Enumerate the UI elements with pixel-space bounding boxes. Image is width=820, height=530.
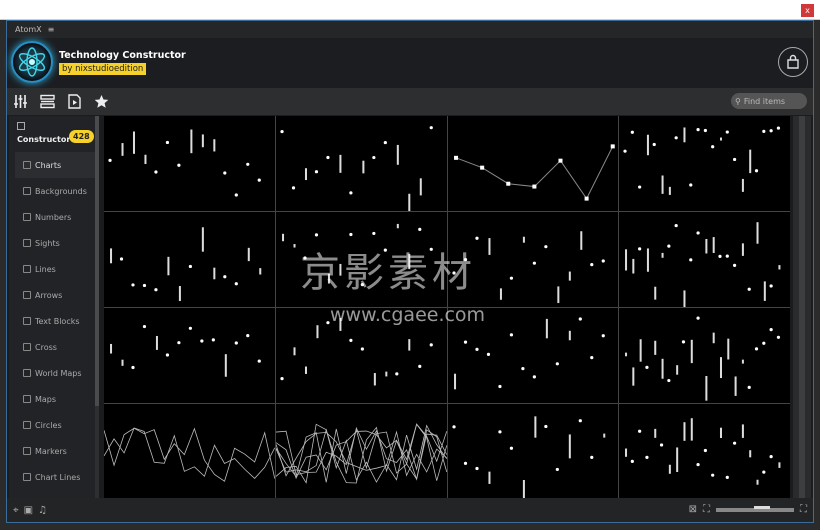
preset-thumbnail[interactable] xyxy=(619,116,790,211)
sidebar-item[interactable]: Arrows xyxy=(15,282,95,308)
target-icon[interactable]: ⌖ xyxy=(13,505,19,516)
sidebar-item-label: Text Blocks xyxy=(35,316,80,326)
sidebar-item-label: Lines xyxy=(35,264,56,274)
preset-thumbnail[interactable] xyxy=(104,116,275,211)
chart-icon xyxy=(23,187,31,195)
sidebar-item[interactable]: Text Blocks xyxy=(15,308,95,334)
fit-icon[interactable]: ⊠ xyxy=(689,504,697,515)
chart-icon xyxy=(23,395,31,403)
sidebar-item-label: Markers xyxy=(35,446,67,456)
sidebar-item[interactable]: World Maps xyxy=(15,360,95,386)
chart-icon xyxy=(23,317,31,325)
product-title: Technology Constructor xyxy=(59,50,186,61)
preset-thumbnail[interactable] xyxy=(447,308,619,403)
preset-thumbnail[interactable] xyxy=(275,404,447,499)
hamburger-icon[interactable]: ≡ xyxy=(48,25,55,34)
shopping-bag-icon[interactable] xyxy=(778,47,808,77)
app-name: AtomX xyxy=(15,25,42,34)
preset-grid xyxy=(104,116,790,499)
play-icon[interactable]: ▣ xyxy=(24,505,33,516)
search-icon: ⚲ xyxy=(735,96,741,106)
preset-thumbnail[interactable] xyxy=(619,404,790,499)
preset-thumbnail[interactable] xyxy=(447,212,619,307)
search-placeholder: Find items xyxy=(743,96,786,106)
sidebar-item-label: Circles xyxy=(35,420,62,430)
sidebar-item[interactable]: Circles xyxy=(15,412,95,438)
chart-icon xyxy=(23,421,31,429)
bottom-bar: ⌖ ▣ ♫ ⊠ ⛶ ⛶ xyxy=(7,498,813,522)
sidebar: Constructor 428 Charts Backgrounds Numbers… xyxy=(9,116,99,499)
constructor-section[interactable]: Constructor 428 xyxy=(9,116,99,152)
chart-icon xyxy=(23,473,31,481)
sidebar-item[interactable]: Maps xyxy=(15,386,95,412)
atomx-panel: AtomX ≡ Technology Constructor by nixstu… xyxy=(6,20,814,523)
grid-scrollbar[interactable] xyxy=(793,116,811,499)
chart-icon xyxy=(23,447,31,455)
section-title: Constructor xyxy=(17,135,71,144)
sidebar-item-label: Chart Lines xyxy=(35,472,81,482)
sidebar-item-label: Numbers xyxy=(35,212,72,222)
preset-thumbnail[interactable] xyxy=(447,116,619,211)
toolbar: ⚲ Find items xyxy=(7,88,813,115)
preset-thumbnail[interactable] xyxy=(275,308,447,403)
chart-icon xyxy=(23,213,31,221)
folder-icon xyxy=(17,122,25,130)
item-count-badge: 428 xyxy=(69,130,94,143)
sidebar-item-label: Cross xyxy=(35,342,57,352)
expand-icon[interactable]: ⛶ xyxy=(703,504,710,515)
panel-titlebar: AtomX ≡ xyxy=(7,21,813,38)
sidebar-item-label: Charts xyxy=(35,160,62,170)
sidebar-item-label: World Maps xyxy=(35,368,82,378)
sidebar-item[interactable]: Backgrounds xyxy=(15,178,95,204)
author-badge[interactable]: by nixstudioedition xyxy=(59,63,147,75)
star-icon[interactable] xyxy=(94,94,109,109)
fullscreen-icon[interactable]: ⛶ xyxy=(800,504,807,515)
sidebar-item-label: Backgrounds xyxy=(35,186,87,196)
preset-thumbnail[interactable] xyxy=(104,308,275,403)
close-button[interactable]: x xyxy=(801,4,814,17)
preset-thumbnail[interactable] xyxy=(275,116,447,211)
chart-icon xyxy=(23,239,31,247)
chart-icon xyxy=(23,291,31,299)
preset-thumbnail[interactable] xyxy=(619,212,790,307)
sidebar-item-label: Arrows xyxy=(35,290,63,300)
sidebar-item-label: Maps xyxy=(35,394,57,404)
sidebar-scrollbar[interactable] xyxy=(95,116,99,499)
sidebar-item-label: Sights xyxy=(35,238,60,248)
thumbnail-size-slider[interactable] xyxy=(716,505,794,512)
atom-logo-icon xyxy=(11,41,53,83)
sidebar-item[interactable]: Numbers xyxy=(15,204,95,230)
list-icon[interactable] xyxy=(40,94,55,109)
chart-icon xyxy=(23,343,31,351)
preset-thumbnail[interactable] xyxy=(104,404,275,499)
header: Technology Constructor by nixstudioediti… xyxy=(7,38,813,88)
chart-icon xyxy=(23,161,31,169)
chart-icon xyxy=(23,265,31,273)
media-file-icon[interactable] xyxy=(67,94,82,109)
host-window-bar: x xyxy=(0,0,820,20)
preset-thumbnail[interactable] xyxy=(447,404,619,499)
sidebar-item[interactable]: Lines xyxy=(15,256,95,282)
sidebar-item[interactable]: Cross xyxy=(15,334,95,360)
preset-thumbnail[interactable] xyxy=(619,308,790,403)
preset-thumbnail[interactable] xyxy=(104,212,275,307)
sidebar-item[interactable]: Chart Lines xyxy=(15,464,95,490)
chart-icon xyxy=(23,369,31,377)
music-note-icon[interactable]: ♫ xyxy=(38,505,47,516)
sliders-icon[interactable] xyxy=(13,94,28,109)
search-input[interactable]: ⚲ Find items xyxy=(731,93,807,109)
sidebar-item[interactable]: Sights xyxy=(15,230,95,256)
preset-thumbnail[interactable] xyxy=(275,212,447,307)
sidebar-item[interactable]: Charts xyxy=(15,152,95,178)
sidebar-item[interactable]: Markers xyxy=(15,438,95,464)
